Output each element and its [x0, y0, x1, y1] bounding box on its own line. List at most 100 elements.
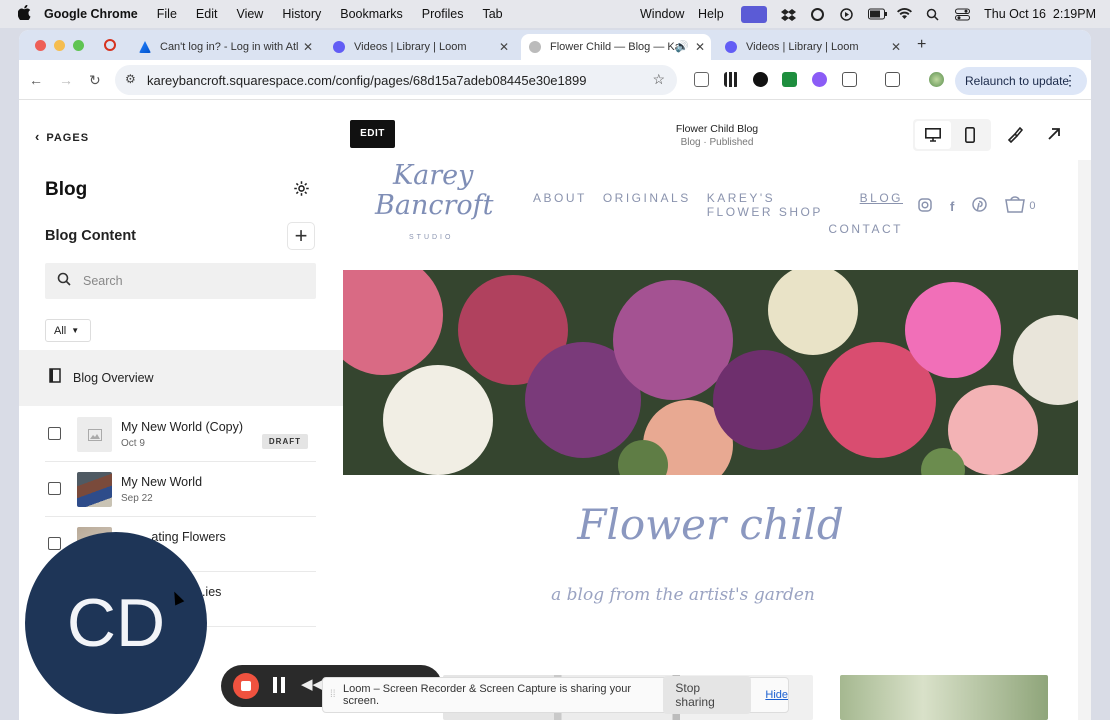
menu-file[interactable]: File [157, 7, 177, 21]
filter-dropdown[interactable]: All ▼ [45, 319, 91, 342]
minimize-window-button[interactable] [54, 40, 65, 51]
post-checkbox[interactable] [48, 427, 61, 440]
loom-camera-bubble[interactable]: CD [25, 532, 207, 714]
menu-window[interactable]: Window [640, 7, 684, 21]
post-row[interactable]: My New World (Copy) Oct 9 DRAFT [45, 407, 316, 462]
extension-c-icon[interactable] [753, 72, 768, 87]
hide-link[interactable]: Hide [765, 689, 788, 701]
close-tab-icon[interactable]: ✕ [695, 40, 705, 54]
rewind-icon[interactable]: ◀◀ [301, 675, 324, 693]
audio-playing-icon[interactable]: 🔊 [675, 40, 689, 53]
post-checkbox[interactable] [48, 482, 61, 495]
tab-strip: Can't log in? - Log in with Atl ✕ Videos… [19, 30, 1091, 60]
draft-badge: DRAFT [261, 434, 308, 449]
menu-tab[interactable]: Tab [482, 7, 502, 21]
menu-edit[interactable]: Edit [196, 7, 218, 21]
menu-history[interactable]: History [282, 7, 321, 21]
relaunch-label: Relaunch to update [965, 74, 1070, 88]
menu-profiles[interactable]: Profiles [422, 7, 464, 21]
editor-bar: EDIT Flower Child Blog Blog · Published [343, 100, 1091, 160]
logo-line-1: Karey [393, 160, 474, 191]
close-tab-icon[interactable]: ✕ [499, 40, 509, 54]
creative-cloud-icon[interactable] [810, 7, 825, 21]
nav-flower-shop[interactable]: KAREY'S FLOWER SHOP [707, 191, 844, 219]
search-field[interactable]: Search [45, 263, 316, 299]
tab-atlassian-login[interactable]: Can't log in? - Log in with Atl ✕ [131, 34, 319, 60]
dropbox-icon[interactable] [781, 8, 797, 21]
instagram-icon[interactable] [918, 197, 932, 215]
url-text[interactable]: kareybancroft.squarespace.com/config/pag… [147, 73, 586, 88]
profile-avatar-icon[interactable] [929, 72, 944, 87]
site-nav: ABOUT ORIGINALS KAREY'S FLOWER SHOP BLOG… [533, 191, 903, 236]
extension-dis-icon[interactable] [782, 72, 797, 87]
window-controls [35, 40, 84, 51]
avatar-initials: CD [66, 585, 166, 661]
stop-recording-button[interactable] [233, 673, 259, 699]
control-center-icon[interactable] [955, 8, 971, 21]
browser-toolbar: ← → ↻ ⚙ kareybancroft.squarespace.com/co… [19, 60, 1091, 100]
hero-flower-image [343, 270, 1078, 475]
tab-search-icon[interactable] [885, 72, 900, 87]
facebook-icon[interactable]: f [950, 199, 954, 214]
nav-about[interactable]: ABOUT [533, 191, 587, 219]
gear-icon[interactable] [293, 180, 310, 202]
screen-share-icon[interactable] [741, 5, 768, 23]
play-circle-icon[interactable] [839, 7, 854, 21]
blog-title-script: Flower child [577, 500, 844, 549]
relaunch-button[interactable]: Relaunch to update ⋮ [955, 67, 1087, 95]
close-window-button[interactable] [35, 40, 46, 51]
camera-icon[interactable] [694, 72, 709, 87]
tab-loom-library-2[interactable]: Videos | Library | Loom ✕ [717, 34, 907, 60]
apple-icon[interactable] [17, 4, 34, 23]
add-post-button[interactable]: + [287, 222, 315, 250]
paintbrush-icon[interactable] [1006, 126, 1024, 148]
wifi-icon[interactable] [897, 7, 913, 21]
pinterest-icon[interactable] [972, 197, 988, 215]
close-tab-icon[interactable]: ✕ [891, 40, 901, 54]
stop-sharing-button[interactable]: Stop sharing [663, 676, 752, 714]
gallery-image[interactable] [840, 675, 1048, 720]
pages-back-link[interactable]: ‹ PAGES [35, 129, 89, 144]
reload-icon[interactable]: ↻ [89, 72, 101, 89]
logo-subtitle: STUDIO [409, 234, 454, 241]
site-settings-icon[interactable]: ⚙ [125, 72, 136, 86]
menu-view[interactable]: View [236, 7, 263, 21]
nav-blog[interactable]: BLOG [860, 191, 903, 219]
apps-grid-icon[interactable] [724, 72, 739, 87]
back-arrow-icon[interactable]: ← [29, 72, 43, 88]
mobile-view-button[interactable] [965, 127, 975, 148]
tab-title: Videos | Library | Loom [354, 41, 467, 53]
pause-icon[interactable] [273, 677, 285, 693]
zoom-window-button[interactable] [73, 40, 84, 51]
desktop-view-button[interactable] [915, 121, 951, 149]
menu-help[interactable]: Help [698, 7, 724, 21]
address-bar[interactable]: ⚙ kareybancroft.squarespace.com/config/p… [115, 65, 677, 95]
nav-contact[interactable]: CONTACT [828, 222, 903, 236]
menu-bookmarks[interactable]: Bookmarks [340, 7, 403, 21]
sharing-message: Loom – Screen Recorder & Screen Capture … [343, 683, 631, 707]
post-row[interactable]: My New World Sep 22 [45, 462, 316, 517]
clock[interactable]: Thu Oct 16 2:19PM [984, 7, 1096, 21]
cart-icon[interactable] [1005, 196, 1026, 216]
more-menu-icon[interactable]: ⋮ [1063, 72, 1077, 89]
post-thumbnail [77, 472, 112, 507]
tab-flower-child-blog[interactable]: Flower Child — Blog — Ka 🔊 ✕ [521, 34, 711, 60]
post-checkbox[interactable] [48, 537, 61, 550]
spotlight-search-icon[interactable] [926, 8, 941, 21]
expand-arrow-icon[interactable] [1047, 127, 1061, 146]
tab-title: Videos | Library | Loom [746, 41, 859, 53]
extension-loom-icon[interactable] [812, 72, 827, 87]
extensions-puzzle-icon[interactable] [842, 72, 857, 87]
close-tab-icon[interactable]: ✕ [303, 40, 313, 54]
site-logo[interactable]: Karey Bancroft STUDIO [371, 160, 501, 250]
bookmark-star-icon[interactable]: ☆ [652, 71, 665, 88]
menu-app-name[interactable]: Google Chrome [44, 7, 138, 21]
tab-loom-library-1[interactable]: Videos | Library | Loom ✕ [325, 34, 515, 60]
battery-icon[interactable] [868, 8, 888, 21]
nav-originals[interactable]: ORIGINALS [603, 191, 691, 219]
forward-arrow-icon[interactable]: → [59, 72, 73, 88]
search-input[interactable]: Search [83, 274, 123, 288]
blog-overview-item[interactable]: Blog Overview [19, 350, 343, 406]
drag-handle-icon[interactable]: ⁞⁞ [330, 689, 336, 700]
new-tab-icon[interactable]: + [917, 36, 926, 54]
